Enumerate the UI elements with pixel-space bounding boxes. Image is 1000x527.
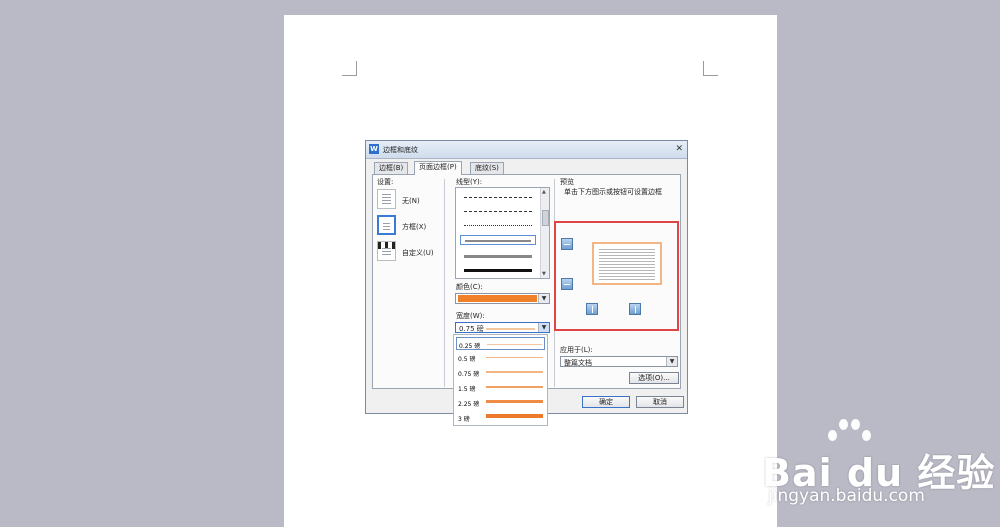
ok-button[interactable]: 确定 — [582, 396, 630, 408]
width-option[interactable]: 0.25 磅 — [456, 337, 545, 350]
apply-to-select[interactable]: 整篇文档 ▼ — [560, 356, 678, 367]
line-style-option[interactable] — [460, 220, 536, 230]
border-preview-page[interactable] — [592, 242, 662, 285]
tab-shading[interactable]: 底纹(S) — [470, 162, 504, 174]
setting-none-label: 无(N) — [402, 197, 420, 205]
tab-page-border[interactable]: 页面边框(P) — [414, 161, 462, 175]
wps-writer-icon: W — [369, 144, 379, 154]
setting-box-label: 方框(X) — [402, 223, 427, 231]
left-border-icon[interactable] — [586, 303, 598, 315]
tab-borders[interactable]: 边框(B) — [374, 162, 409, 174]
close-icon[interactable]: ✕ — [675, 144, 683, 154]
width-option[interactable]: 3 磅 — [456, 411, 545, 424]
line-style-list[interactable]: ▲ ▼ — [455, 187, 550, 279]
top-border-icon[interactable] — [561, 238, 573, 250]
setting-box-icon — [377, 215, 396, 235]
line-style-option[interactable] — [460, 264, 536, 274]
preview-label: 预览 — [560, 178, 574, 186]
scroll-down-icon[interactable]: ▼ — [542, 271, 546, 277]
margin-corner-top-right — [703, 61, 718, 76]
width-option[interactable]: 0.75 磅 — [456, 366, 545, 379]
setting-none-icon — [377, 189, 396, 209]
dialog-title: 边框和底纹 — [383, 146, 418, 154]
line-style-scrollbar[interactable]: ▲ ▼ — [540, 188, 549, 278]
apply-to-label: 应用于(L): — [560, 346, 593, 354]
scroll-up-icon[interactable]: ▲ — [542, 189, 546, 195]
setting-custom[interactable]: 自定义(U) — [377, 241, 447, 263]
width-label: 宽度(W): — [456, 312, 485, 320]
chevron-down-icon[interactable]: ▼ — [538, 294, 549, 303]
width-line-sample — [486, 328, 535, 330]
color-label: 颜色(C): — [456, 283, 483, 291]
color-swatch — [458, 295, 537, 302]
scroll-thumb[interactable] — [542, 210, 549, 226]
watermark-url: jingyan.baidu.com — [768, 486, 925, 506]
width-value: 0.75 磅 — [459, 325, 484, 333]
chevron-down-icon[interactable]: ▼ — [666, 357, 677, 366]
line-style-option[interactable] — [460, 250, 536, 260]
options-button[interactable]: 选项(O)... — [629, 372, 679, 384]
line-style-label: 线型(Y): — [456, 178, 483, 186]
width-option[interactable]: 1.5 磅 — [456, 381, 545, 394]
width-dropdown-list[interactable]: 0.25 磅 0.5 磅 0.75 磅 1.5 磅 2.25 磅 3 磅 — [453, 334, 548, 426]
dialog-titlebar[interactable]: W 边框和底纹 ✕ — [366, 141, 687, 159]
line-style-option[interactable] — [460, 235, 536, 245]
setting-custom-icon — [377, 241, 396, 261]
line-style-option[interactable] — [460, 206, 536, 216]
settings-label: 设置: — [377, 178, 394, 186]
baidu-jingyan-watermark: Bai du 经验 jingyan.baidu.com — [752, 416, 998, 511]
preview-hint: 单击下方图示或按钮可设置边框 — [564, 188, 662, 196]
line-style-option[interactable] — [460, 192, 536, 202]
apply-to-value: 整篇文档 — [564, 359, 592, 367]
width-select[interactable]: 0.75 磅 ▼ — [455, 322, 550, 333]
chevron-down-icon[interactable]: ▼ — [538, 323, 549, 332]
margin-corner-top-left — [342, 61, 357, 76]
bottom-border-icon[interactable] — [561, 278, 573, 290]
setting-custom-label: 自定义(U) — [402, 249, 434, 257]
setting-box[interactable]: 方框(X) — [377, 215, 447, 237]
width-option[interactable]: 2.25 磅 — [456, 396, 545, 409]
width-option[interactable]: 0.5 磅 — [456, 351, 545, 364]
setting-none[interactable]: 无(N) — [377, 189, 447, 211]
cancel-button[interactable]: 取消 — [636, 396, 684, 408]
right-border-icon[interactable] — [629, 303, 641, 315]
color-select[interactable]: ▼ — [455, 293, 550, 304]
